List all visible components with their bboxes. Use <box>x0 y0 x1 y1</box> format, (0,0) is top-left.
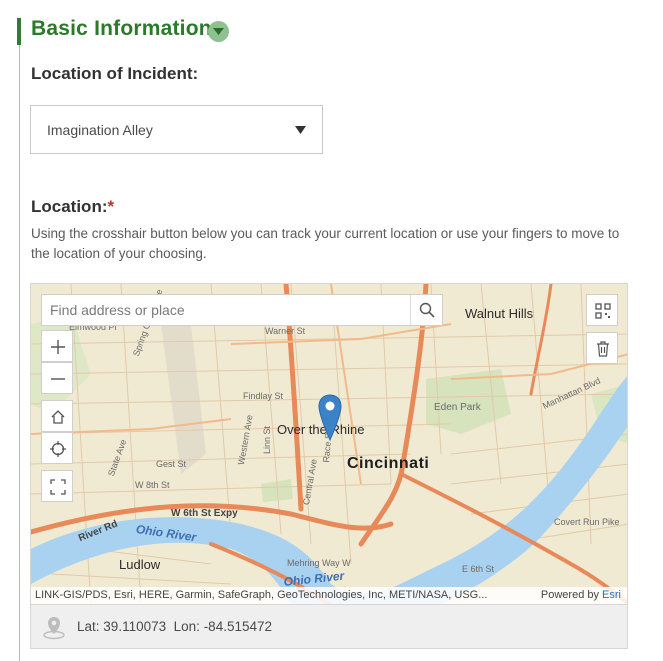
map-label-w-6th-st-expy: W 6th St Expy <box>171 508 238 519</box>
dropdown-caret-icon <box>295 126 306 134</box>
map-search-box <box>41 294 443 326</box>
locate-button[interactable] <box>41 432 73 464</box>
required-asterisk: * <box>107 197 115 216</box>
map-label-warner-st: Warner St <box>265 326 306 336</box>
section-title: Basic Information: <box>31 17 219 40</box>
map-label-gest-st: Gest St <box>156 459 187 469</box>
collapse-toggle-button[interactable] <box>208 21 229 42</box>
lon-value: -84.515472 <box>203 619 272 634</box>
map-label-covert-run-pike: Covert Run Pike <box>554 517 620 527</box>
location-help-text: Using the crosshair button below you can… <box>31 226 620 261</box>
trash-icon <box>597 341 609 357</box>
qr-code-button[interactable] <box>586 294 618 326</box>
plus-icon <box>51 340 65 354</box>
location-pin-icon <box>43 617 65 640</box>
fullscreen-button[interactable] <box>41 470 73 502</box>
attribution-text: LINK-GIS/PDS, Esri, HERE, Garmin, SafeGr… <box>35 589 488 601</box>
map-label-walnut-hills: Walnut Hills <box>465 306 534 321</box>
home-icon <box>51 410 65 424</box>
zoom-in-button[interactable] <box>41 330 73 362</box>
location-label-text: Location: <box>31 197 108 216</box>
search-icon <box>419 302 435 318</box>
powered-by-prefix: Powered by <box>540 589 599 601</box>
map-label-cincinnati: Cincinnati <box>347 455 430 472</box>
lon-label: Lon: <box>173 619 200 634</box>
map-label-linn-st: Linn St <box>262 425 272 454</box>
location-label: Location:* <box>31 197 114 217</box>
map-attribution: LINK-GIS/PDS, Esri, HERE, Garmin, SafeGr… <box>31 587 627 604</box>
lat-label: Lat: <box>77 619 100 634</box>
fullscreen-icon <box>50 479 66 495</box>
map-view[interactable]: Walnut Hills Warner St Elmwood Pl Spring… <box>30 283 628 605</box>
map-label-mehring-way: Mehring Way W <box>287 558 351 568</box>
section-guide-line <box>19 45 20 661</box>
esri-link[interactable]: Esri <box>602 589 621 601</box>
qr-code-icon <box>595 303 611 319</box>
map-label-w-8th-st: W 8th St <box>135 480 170 490</box>
section-accent-bar <box>17 18 21 45</box>
map-search-input[interactable] <box>42 295 412 325</box>
chevron-down-icon <box>213 28 224 35</box>
location-marker-icon[interactable] <box>318 394 342 442</box>
map-label-eden-park: Eden Park <box>434 402 481 413</box>
map-label-e-6th-st: E 6th St <box>462 564 495 574</box>
zoom-out-button[interactable] <box>41 362 73 394</box>
map-label-findlay-st: Findlay St <box>243 391 284 401</box>
location-of-incident-label: Location of Incident: <box>31 64 199 83</box>
coordinates-bar: Lat: 39.110073 Lon: -84.515472 <box>30 605 628 649</box>
home-button[interactable] <box>41 400 73 432</box>
lat-value: 39.110073 <box>103 619 167 634</box>
select-value: Imagination Alley <box>47 122 153 138</box>
minus-icon <box>51 378 65 380</box>
crosshair-icon <box>50 441 66 457</box>
map-search-button[interactable] <box>410 295 442 325</box>
delete-button[interactable] <box>586 332 618 364</box>
location-of-incident-select[interactable]: Imagination Alley <box>30 105 323 154</box>
map-label-ludlow: Ludlow <box>119 557 161 572</box>
coordinates-text: Lat: 39.110073 Lon: -84.515472 <box>77 619 272 634</box>
powered-by: Powered by Esri <box>541 589 621 601</box>
